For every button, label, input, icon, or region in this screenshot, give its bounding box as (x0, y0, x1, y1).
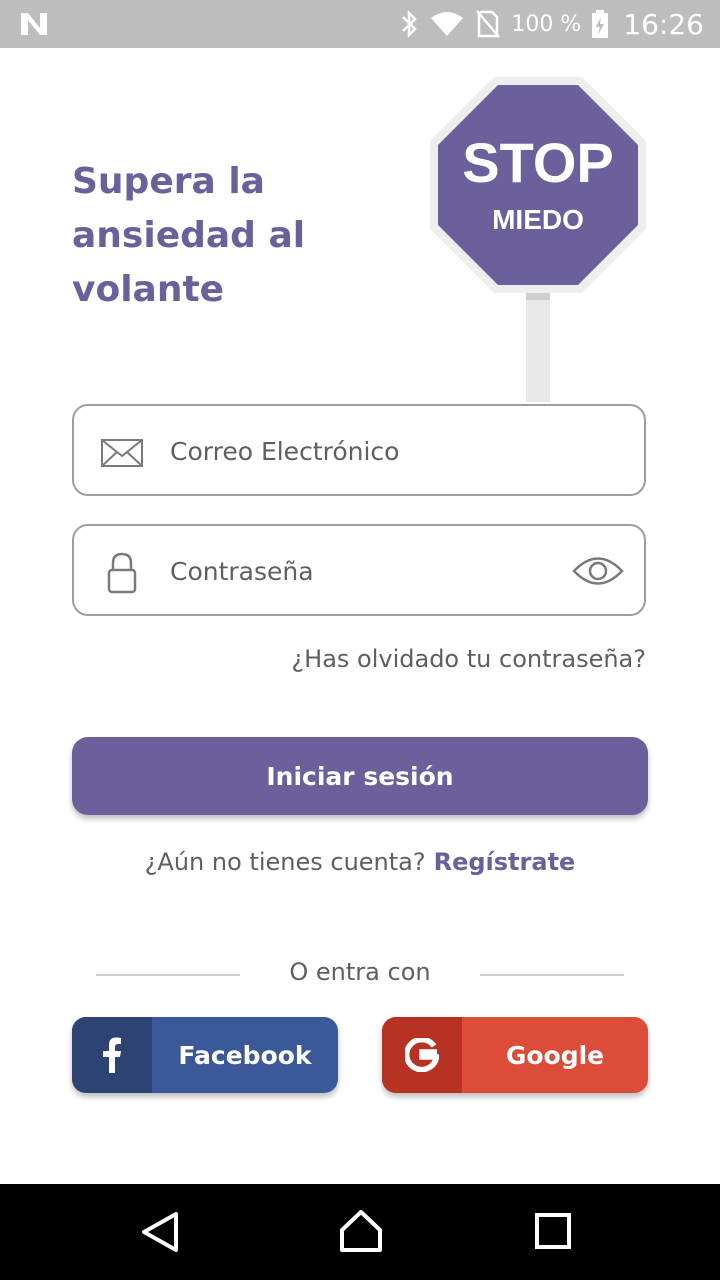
clock: 16:26 (623, 7, 704, 41)
facebook-label: Facebook (178, 1040, 312, 1070)
facebook-login-button[interactable]: Facebook (72, 1017, 338, 1093)
battery-percent: 100 % (511, 11, 582, 37)
show-password-eye-icon[interactable] (572, 552, 624, 590)
wifi-icon (431, 12, 464, 36)
divider-right (480, 974, 624, 976)
battery-icon (592, 10, 609, 38)
password-field[interactable] (72, 524, 646, 616)
email-input[interactable] (168, 406, 552, 496)
notification-n-icon (21, 13, 47, 35)
register-row: ¿Aún no tienes cuenta? Regístrate (0, 848, 720, 876)
google-icon (405, 1038, 439, 1072)
stop-sign-subtext: MIEDO (492, 204, 584, 235)
login-button[interactable]: Iniciar sesión (72, 737, 648, 815)
facebook-icon-box (72, 1017, 152, 1093)
facebook-icon (103, 1037, 121, 1073)
stop-sign-text: STOP (462, 131, 614, 194)
register-link[interactable]: Regístrate (434, 848, 576, 876)
password-input[interactable] (168, 526, 552, 616)
back-icon[interactable] (138, 1210, 182, 1254)
divider-left (96, 974, 240, 976)
recent-apps-icon[interactable] (534, 1212, 572, 1250)
envelope-icon (101, 439, 143, 467)
app-headline: Supera la ansiedad al volante (72, 161, 306, 310)
google-login-button[interactable]: Google (382, 1017, 648, 1093)
google-label: Google (505, 1040, 605, 1070)
email-field[interactable] (72, 404, 646, 496)
stop-sign-illustration: STOP MIEDO (428, 75, 648, 405)
home-icon[interactable] (338, 1208, 384, 1254)
bluetooth-icon (402, 9, 418, 39)
stop-sign-graphic (430, 77, 646, 402)
social-divider-text: O entra con (289, 958, 431, 986)
status-bar: 100 % 16:26 (0, 0, 720, 48)
forgot-password-link[interactable]: ¿Has olvidado tu contraseña? (291, 645, 646, 673)
lock-icon (107, 552, 137, 594)
register-prompt: ¿Aún no tienes cuenta? (144, 848, 426, 876)
google-icon-box (382, 1017, 462, 1093)
no-sim-icon (476, 10, 501, 38)
system-navigation-bar (0, 1184, 720, 1280)
